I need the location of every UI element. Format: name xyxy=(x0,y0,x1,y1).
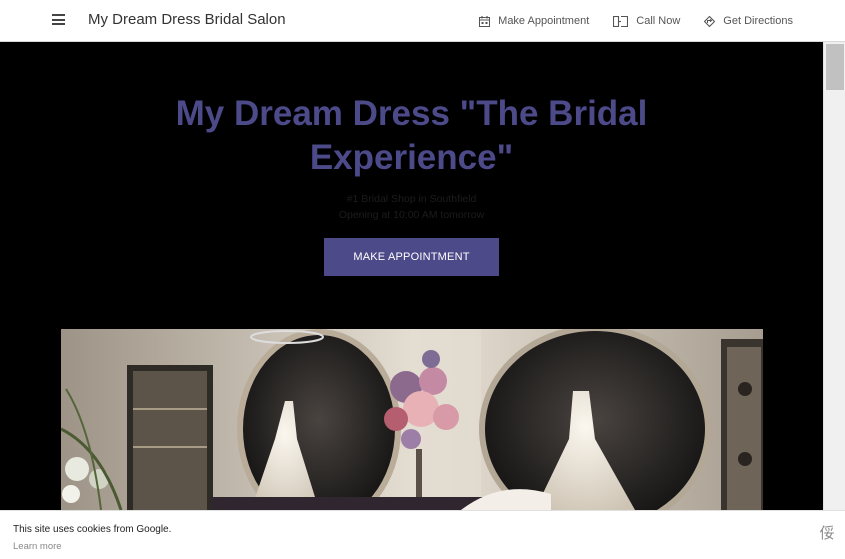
nav-get-directions-label: Get Directions xyxy=(723,15,793,27)
nav-make-appointment-label: Make Appointment xyxy=(498,15,590,27)
salon-photo xyxy=(61,329,763,510)
phone-icon xyxy=(613,15,629,27)
cookie-text: This site uses cookies from Google. xyxy=(13,524,172,535)
make-appointment-button[interactable]: MAKE APPOINTMENT xyxy=(324,238,499,276)
nav-call-now-label: Call Now xyxy=(636,15,681,27)
scrollbar-thumb[interactable] xyxy=(826,44,844,90)
close-icon[interactable]: 俀 xyxy=(818,525,836,543)
learn-more-link[interactable]: Learn more xyxy=(13,541,62,552)
cookie-banner: This site uses cookies from Google. Lear… xyxy=(0,510,845,559)
directions-icon xyxy=(704,15,716,27)
top-app-bar: My Dream Dress Bridal Salon Make Appoint… xyxy=(0,0,845,42)
nav-call-now[interactable]: Call Now xyxy=(613,15,680,27)
page-scrollbar[interactable] xyxy=(823,42,845,510)
site-title[interactable]: My Dream Dress Bridal Salon xyxy=(88,11,286,28)
nav-make-appointment[interactable]: Make Appointment xyxy=(479,15,589,27)
header-nav: Make Appointment Call Now Get Directions xyxy=(455,0,793,42)
nav-get-directions[interactable]: Get Directions xyxy=(704,15,793,27)
menu-icon[interactable] xyxy=(52,14,65,25)
hero-title: My Dream Dress "The Bridal Experience" xyxy=(175,94,648,177)
hero-tagline: #1 Bridal Shop in Southfield xyxy=(346,193,477,205)
salon-interior-image xyxy=(61,329,763,510)
calendar-icon xyxy=(479,15,491,27)
hero-section: My Dream Dress "The Bridal Experience" #… xyxy=(0,42,823,510)
opening-hours: Opening at 10:00 AM tomorrow xyxy=(338,209,485,221)
